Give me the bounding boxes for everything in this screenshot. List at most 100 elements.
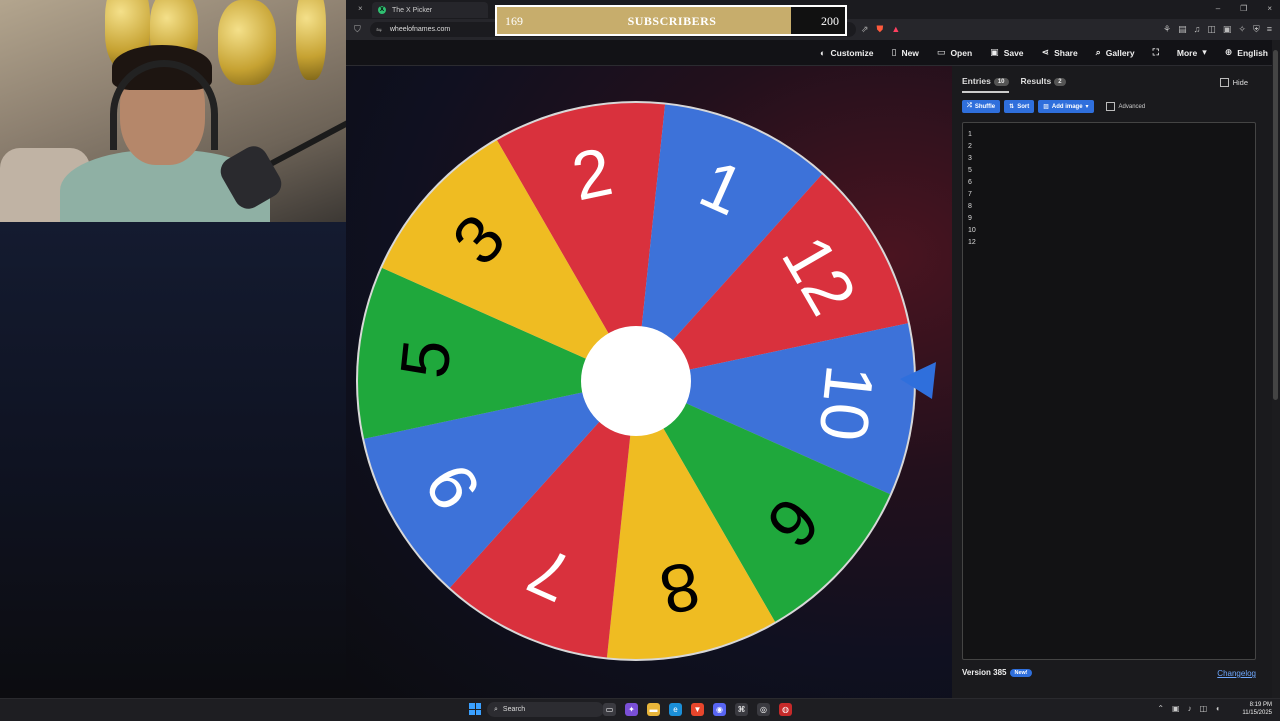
language-button[interactable]: ⊕ English xyxy=(1225,47,1268,58)
taskbar-search[interactable]: ⌕ Search xyxy=(487,702,604,717)
mic-arm xyxy=(268,119,346,167)
customize-button[interactable]: ◐ Customize xyxy=(820,48,873,58)
file-icon: ▯ xyxy=(891,47,897,57)
file-explorer-icon[interactable]: ▬ xyxy=(647,703,660,716)
brave-icon[interactable]: ▼ xyxy=(691,703,704,716)
page-scrollbar[interactable] xyxy=(1272,40,1280,698)
minimize-icon[interactable]: – xyxy=(1216,4,1220,13)
split-view-icon[interactable]: ◫ xyxy=(1207,24,1216,35)
results-count-badge: 2 xyxy=(1054,77,1066,86)
customize-label: Customize xyxy=(830,47,874,58)
browser-tab-previous[interactable]: × xyxy=(346,2,368,18)
url-text: wheelofnames.com xyxy=(389,26,451,33)
tab-results-label: Results xyxy=(1020,76,1052,86)
image-icon: ▨ xyxy=(1043,104,1049,110)
sidebar-icon[interactable]: ▤ xyxy=(1178,24,1187,35)
gallery-button[interactable]: ⌕ Gallery xyxy=(1096,47,1135,58)
microphone-icon[interactable]: ♪ xyxy=(1188,704,1192,713)
share-page-icon[interactable]: ⇗ xyxy=(861,24,869,35)
entry-line: 2 xyxy=(968,143,972,150)
advanced-checkbox-box[interactable] xyxy=(1105,102,1115,111)
media-icon[interactable]: ♫ xyxy=(1194,24,1201,35)
browser-menu-icon[interactable]: ≡ xyxy=(1267,24,1272,35)
wheel[interactable]: 2 11210687953 xyxy=(346,66,952,698)
sort-icon: ⇅ xyxy=(1009,104,1015,110)
tray-overflow-icon[interactable]: ⌃ xyxy=(1157,704,1164,713)
entry-line: 5 xyxy=(968,167,972,174)
app-icon[interactable]: ⌘ xyxy=(735,703,748,716)
chrome-icon[interactable]: ◍ xyxy=(779,703,792,716)
entry-line: 10 xyxy=(968,227,976,234)
sort-button[interactable]: ⇅ Sort xyxy=(1004,100,1035,113)
entry-line: 1 xyxy=(968,131,972,138)
advanced-checkbox[interactable]: Advanced xyxy=(1105,102,1146,111)
brave-shield-icon[interactable]: ⛊ xyxy=(877,24,884,35)
entry-line: 8 xyxy=(968,203,972,210)
share-button[interactable]: ⋖ Share xyxy=(1042,47,1078,58)
close-window-icon[interactable]: × xyxy=(1267,4,1272,13)
taskbar-apps: ▭ ✦ ▬ e ▼ ◉ ⌘ ◎ ◍ xyxy=(603,703,792,716)
version-label: Version 385 xyxy=(962,668,1007,677)
fullscreen-button[interactable]: ⛶ xyxy=(1153,47,1159,58)
tab-results[interactable]: Results 2 xyxy=(1021,76,1066,93)
wheel-stage: 2 1 12 10 6 8 7 9 5 3 xyxy=(346,66,952,698)
tab-title: The X Picker xyxy=(392,6,433,14)
add-image-button[interactable]: ▨ Add image ▾ xyxy=(1038,100,1094,113)
wheel-segment-label: 5 xyxy=(386,336,466,382)
balloon-decoration xyxy=(296,0,326,80)
taskbar-clock[interactable]: 8:19 PM 11/15/2025 xyxy=(1242,701,1272,717)
tab-entries[interactable]: Entries 10 xyxy=(962,76,1009,93)
copilot-icon[interactable]: ✦ xyxy=(625,703,638,716)
subscriber-goal-bar: 169 SUBSCRIBERS 200 xyxy=(495,5,847,36)
version-info: Version 385 New! xyxy=(962,668,1032,677)
brave-rewards-icon[interactable]: ▲ xyxy=(891,24,900,35)
open-button[interactable]: ▭ Open xyxy=(937,47,972,58)
browser-tab-active[interactable]: X The X Picker xyxy=(372,2,488,18)
volume-icon[interactable]: ◖ xyxy=(1215,704,1220,713)
advanced-label: Advanced xyxy=(1118,103,1146,110)
open-label: Open xyxy=(950,47,973,58)
save-button[interactable]: ▣ Save xyxy=(990,47,1023,58)
subscriber-goal: 200 xyxy=(821,14,839,28)
changelog-link[interactable]: Changelog xyxy=(1217,669,1256,678)
edge-icon[interactable]: e xyxy=(669,703,682,716)
discord-icon[interactable]: ◉ xyxy=(713,703,726,716)
hide-checkbox-box[interactable] xyxy=(1219,78,1229,87)
obs-icon[interactable]: ◎ xyxy=(757,703,770,716)
entry-line: 12 xyxy=(968,239,976,246)
app-menu: ◐ Customize ▯ New ▭ Open ▣ Save ⋖ Share ⌕ Gall… xyxy=(820,40,1268,65)
close-tab-icon[interactable]: × xyxy=(358,4,363,13)
shuffle-button[interactable]: ⤮ Shuffle xyxy=(962,100,1001,113)
wheel-center-hub[interactable] xyxy=(581,326,691,436)
windows-taskbar: ⌕ Search ▭ ✦ ▬ e ▼ ◉ ⌘ ◎ ◍ ⌃ ▣ ♪ ◫ ◖ 8:1… xyxy=(0,698,1280,721)
entry-line: 7 xyxy=(968,191,972,198)
wallet-icon[interactable]: ▣ xyxy=(1223,24,1232,35)
entries-toolbar: ⤮ Shuffle ⇅ Sort ▨ Add image ▾ Advanced xyxy=(962,100,1145,113)
x-logo-icon: X xyxy=(378,6,386,14)
maximize-icon[interactable]: ❐ xyxy=(1240,4,1247,13)
bookmark-icon[interactable]: ⛉ xyxy=(354,24,361,35)
network-icon[interactable]: ◫ xyxy=(1200,704,1208,713)
leo-ai-icon[interactable]: ✧ xyxy=(1238,24,1246,35)
panel-tabs: Entries 10 Results 2 xyxy=(962,76,1066,93)
extensions-icon[interactable]: ⚘ xyxy=(1163,24,1171,35)
palette-icon: ◐ xyxy=(820,47,826,58)
shuffle-label: Shuffle xyxy=(974,103,996,110)
globe-icon: ⊕ xyxy=(1224,47,1233,57)
new-button[interactable]: ▯ New xyxy=(891,47,918,58)
windows-start-icon[interactable] xyxy=(469,703,481,715)
site-info-icon[interactable]: ⇋ xyxy=(376,26,382,34)
vpn-icon[interactable]: ⛨ xyxy=(1253,24,1260,35)
task-view-icon[interactable]: ▭ xyxy=(603,703,616,716)
save-icon: ▣ xyxy=(990,47,999,57)
hide-label: Hide xyxy=(1232,78,1248,87)
entries-textarea[interactable]: 1 2 3 5 6 7 8 9 10 12 xyxy=(962,122,1256,660)
more-button[interactable]: More ▾ xyxy=(1177,47,1207,58)
extension-icons: ⇗ ⛊ ▲ xyxy=(861,24,900,35)
tray-app-icon[interactable]: ▣ xyxy=(1172,704,1180,713)
hide-checkbox[interactable]: Hide xyxy=(1219,78,1248,87)
chevron-down-icon: ▾ xyxy=(1202,47,1207,57)
taskbar-search-label: Search xyxy=(502,706,526,713)
scrollbar-thumb[interactable] xyxy=(1273,50,1278,400)
subscriber-label: SUBSCRIBERS xyxy=(627,14,717,28)
